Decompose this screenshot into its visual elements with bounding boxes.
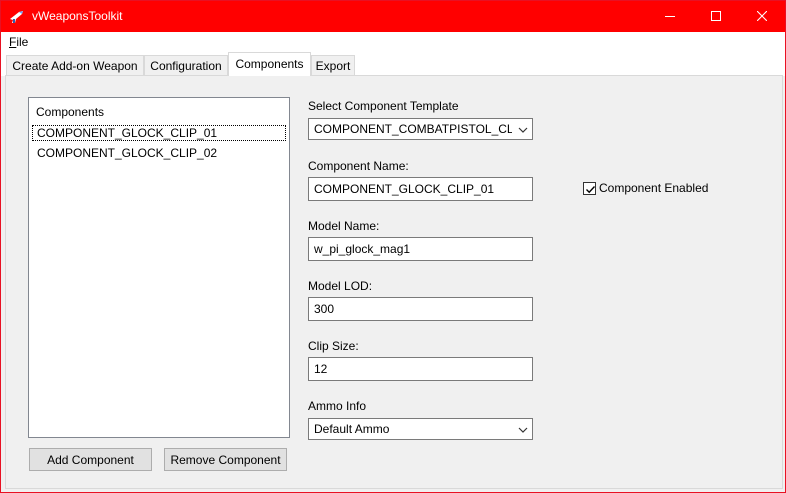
- tab-create-addon-weapon[interactable]: Create Add-on Weapon: [6, 55, 144, 76]
- chevron-down-icon: [518, 424, 528, 434]
- list-item[interactable]: COMPONENT_GLOCK_CLIP_02: [32, 145, 286, 161]
- remove-component-button[interactable]: Remove Component: [164, 448, 287, 471]
- components-tab-page: Components COMPONENT_GLOCK_CLIP_01 COMPO…: [5, 75, 783, 489]
- components-list-header: Components: [36, 105, 105, 119]
- close-button[interactable]: [739, 1, 785, 32]
- maximize-button[interactable]: [693, 1, 739, 32]
- add-component-button[interactable]: Add Component: [29, 448, 152, 471]
- minimize-icon: [665, 10, 675, 24]
- tab-configuration[interactable]: Configuration: [144, 55, 228, 76]
- template-select[interactable]: COMPONENT_COMBATPISTOL_CLIP_01: [308, 118, 533, 140]
- model-lod-field[interactable]: 300: [308, 297, 533, 321]
- component-name-field[interactable]: COMPONENT_GLOCK_CLIP_01: [308, 177, 533, 201]
- clip-size-field[interactable]: 12: [308, 357, 533, 381]
- close-icon: [756, 10, 768, 24]
- template-label: Select Component Template: [308, 99, 459, 113]
- menu-file[interactable]: File: [9, 35, 28, 49]
- minimize-button[interactable]: [647, 1, 693, 32]
- model-name-field[interactable]: w_pi_glock_mag1: [308, 237, 533, 261]
- chevron-down-icon: [518, 124, 528, 134]
- maximize-icon: [711, 10, 721, 24]
- ammo-info-label: Ammo Info: [308, 399, 367, 413]
- clip-size-label: Clip Size:: [308, 339, 359, 353]
- checkbox-box[interactable]: [583, 181, 596, 195]
- menu-bar: File: [1, 32, 785, 52]
- component-enabled-checkbox[interactable]: Component Enabled: [583, 180, 708, 196]
- model-name-label: Model Name:: [308, 219, 380, 233]
- component-name-label: Component Name:: [308, 159, 409, 173]
- list-item[interactable]: COMPONENT_GLOCK_CLIP_01: [32, 125, 286, 141]
- app-window: vWeaponsToolkit File Create Add-on Weapo…: [0, 0, 786, 493]
- tab-strip: Create Add-on Weapon Configuration Compo…: [1, 52, 785, 76]
- component-enabled-label: Component Enabled: [599, 181, 709, 195]
- model-lod-label: Model LOD:: [308, 279, 373, 293]
- title-bar[interactable]: vWeaponsToolkit: [1, 1, 785, 32]
- components-listbox[interactable]: Components COMPONENT_GLOCK_CLIP_01 COMPO…: [28, 97, 290, 438]
- window-title: vWeaponsToolkit: [32, 9, 123, 23]
- tab-components[interactable]: Components: [228, 52, 311, 76]
- template-select-value: COMPONENT_COMBATPISTOL_CLIP_01: [314, 122, 512, 136]
- tab-export[interactable]: Export: [311, 55, 355, 76]
- gun-icon: [9, 9, 25, 25]
- ammo-info-value: Default Ammo: [314, 422, 390, 436]
- menu-file-label: ile: [16, 35, 29, 49]
- ammo-info-select[interactable]: Default Ammo: [308, 418, 533, 440]
- check-icon: [586, 185, 596, 193]
